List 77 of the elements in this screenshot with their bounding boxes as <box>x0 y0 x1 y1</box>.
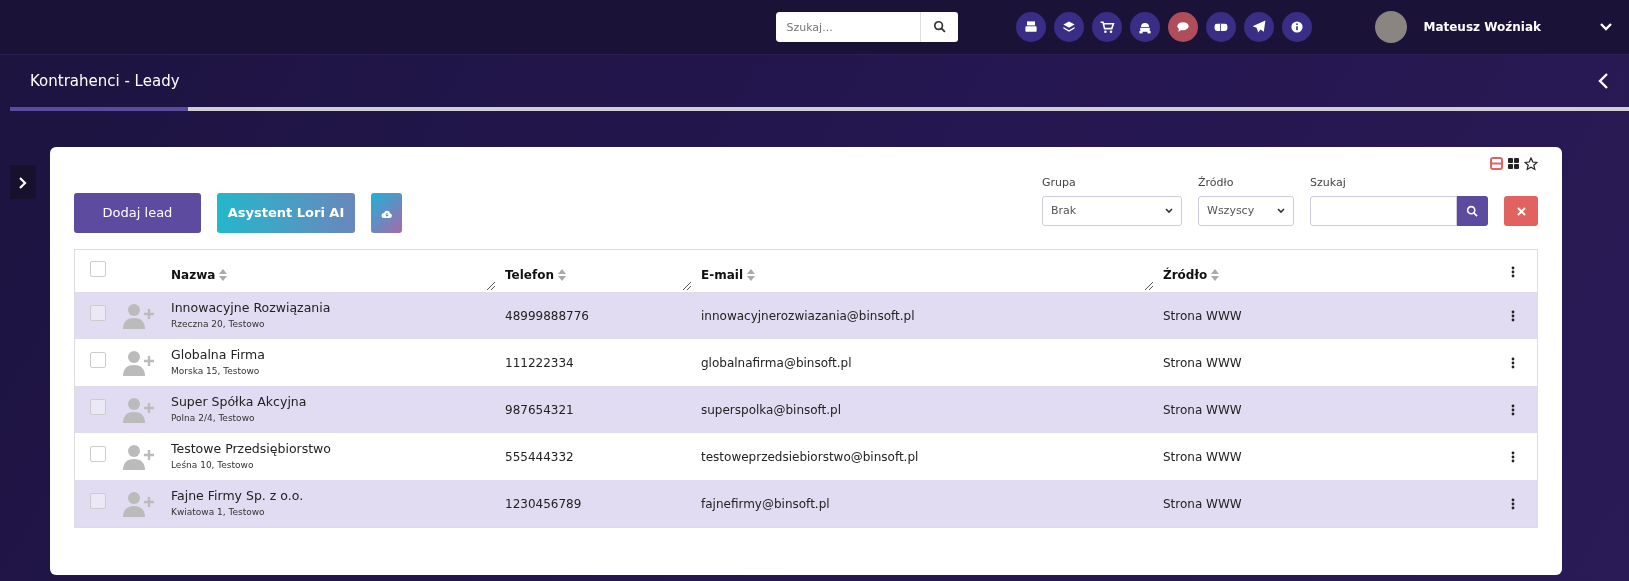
email-cell: testoweprzedsiebiorstwo@binsoft.pl <box>701 449 919 464</box>
checkbox[interactable] <box>90 493 106 509</box>
column-header[interactable]: Telefon <box>505 266 554 284</box>
filter-label: Grupa <box>1042 174 1077 191</box>
column-header[interactable]: Nazwa <box>171 266 216 284</box>
filter-label: Źródło <box>1198 174 1235 191</box>
source-cell: Strona WWW <box>1163 449 1242 464</box>
resize-handle-icon[interactable] <box>486 281 495 290</box>
search-field[interactable]: Szukaj... <box>776 12 921 42</box>
checkbox[interactable] <box>90 305 106 321</box>
company-name: Testowe Przedsiębiorstwo <box>171 440 332 459</box>
page-title: Kontrahenci - Leady <box>30 70 180 92</box>
phone-cell: 987654321 <box>505 402 574 417</box>
expand-sidebar-button[interactable] <box>10 165 36 199</box>
source-cell: Strona WWW <box>1163 402 1242 417</box>
column-header[interactable]: Źródło <box>1163 266 1208 284</box>
paper-plane-icon[interactable] <box>1244 12 1275 42</box>
cloud-download-button[interactable] <box>371 193 402 233</box>
company-name: Super Spółka Akcyjna <box>171 393 308 412</box>
chevron-right-icon <box>18 175 28 190</box>
chevron-down-icon <box>1277 208 1285 214</box>
add-lead-button[interactable]: Dodaj lead <box>74 193 201 233</box>
cloud-download-icon <box>380 208 393 219</box>
chevron-down-icon <box>1165 208 1173 214</box>
robot-icon[interactable] <box>1130 12 1161 42</box>
mailbox-icon[interactable] <box>1206 12 1237 42</box>
phone-cell: 111222334 <box>505 355 574 370</box>
close-icon <box>1516 207 1526 216</box>
search-button[interactable] <box>1457 196 1488 226</box>
resize-handle-icon[interactable] <box>682 281 691 290</box>
add-user-icon <box>123 349 155 376</box>
company-address: Rzeczna 20, Testowo <box>171 318 266 332</box>
company-name: Globalna Firma <box>171 346 266 365</box>
add-user-icon <box>123 443 155 470</box>
user-name[interactable]: Mateusz Woźniak <box>1423 18 1541 36</box>
search-button[interactable] <box>920 12 959 42</box>
checkbox[interactable] <box>90 352 106 368</box>
filter-dropdown[interactable]: Brak <box>1042 196 1182 226</box>
source-cell: Strona WWW <box>1163 496 1242 511</box>
email-cell: innowacyjnerozwiazania@binsoft.pl <box>701 308 915 323</box>
cash-register-icon[interactable] <box>1016 12 1047 42</box>
resize-handle-icon[interactable] <box>1144 281 1153 290</box>
checkbox[interactable] <box>90 260 106 277</box>
chevron-left-icon[interactable] <box>1597 72 1609 90</box>
clear-filters-button[interactable] <box>1504 196 1538 226</box>
add-user-icon <box>123 302 155 329</box>
filter-label: Szukaj <box>1310 174 1347 191</box>
column-header[interactable]: E-mail <box>701 266 743 284</box>
search-icon <box>932 20 947 34</box>
cart-icon[interactable] <box>1092 12 1123 42</box>
add-user-icon <box>123 490 155 517</box>
email-cell: globalnafirma@binsoft.pl <box>701 355 852 370</box>
company-address: Polna 2/4, Testowo <box>171 412 256 426</box>
search-icon <box>1466 205 1479 218</box>
chat-bubble-icon[interactable] <box>1168 12 1199 42</box>
chevron-down-icon[interactable] <box>1599 22 1613 32</box>
search-field[interactable] <box>1310 196 1457 226</box>
source-cell: Strona WWW <box>1163 355 1242 370</box>
email-cell: superspolka@binsoft.pl <box>701 402 842 417</box>
layers-icon[interactable] <box>1054 12 1085 42</box>
filter-dropdown[interactable]: Wszyscy <box>1198 196 1294 226</box>
checkbox[interactable] <box>90 399 106 415</box>
checkbox[interactable] <box>90 446 106 462</box>
source-cell: Strona WWW <box>1163 308 1242 323</box>
phone-cell: 1230456789 <box>505 496 582 511</box>
company-address: Kwiatowa 1, Testowo <box>171 506 266 520</box>
add-user-icon <box>123 396 155 423</box>
company-name: Fajne Firmy Sp. z o.o. <box>171 487 305 506</box>
email-cell: fajnefirmy@binsoft.pl <box>701 496 830 511</box>
avatar[interactable] <box>1375 11 1408 43</box>
company-address: Leśna 10, Testowo <box>171 459 255 473</box>
star-icon[interactable] <box>1524 157 1538 173</box>
phone-cell: 555444332 <box>505 449 574 464</box>
company-name: Innowacyjne Rozwiązania <box>171 299 332 318</box>
phone-cell: 48999888776 <box>505 308 589 323</box>
info-icon[interactable] <box>1282 12 1313 42</box>
company-address: Morska 15, Testowo <box>171 365 261 379</box>
